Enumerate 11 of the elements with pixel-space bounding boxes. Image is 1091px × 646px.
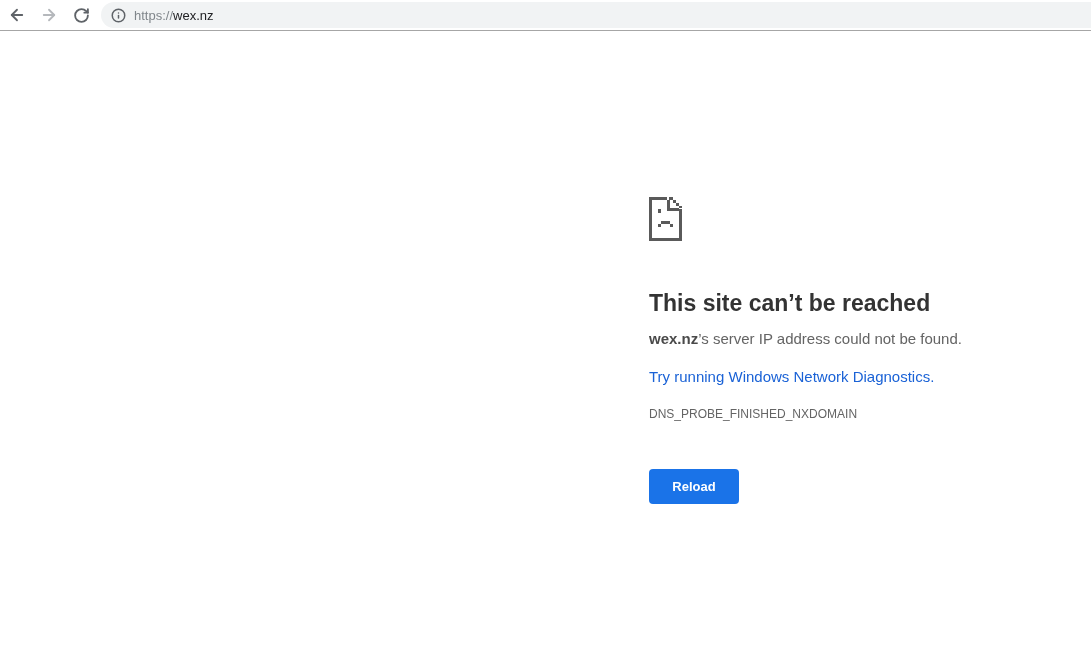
url-text: https://wex.nz bbox=[134, 7, 214, 23]
forward-arrow-icon bbox=[40, 6, 58, 24]
error-heading: This site can’t be reached bbox=[649, 289, 931, 318]
reload-icon bbox=[72, 6, 90, 24]
reload-button[interactable]: Reload bbox=[649, 469, 739, 504]
sad-page-icon bbox=[649, 197, 682, 241]
error-message: wex.nz’s server IP address could not be found. bbox=[649, 329, 962, 349]
diagnostics-link[interactable]: Try running Windows Network Diagnostics. bbox=[649, 367, 935, 387]
error-code: DNS_PROBE_FINISHED_NXDOMAIN bbox=[649, 406, 858, 422]
info-icon bbox=[111, 7, 126, 23]
address-bar[interactable]: https://wex.nz bbox=[101, 2, 1091, 28]
